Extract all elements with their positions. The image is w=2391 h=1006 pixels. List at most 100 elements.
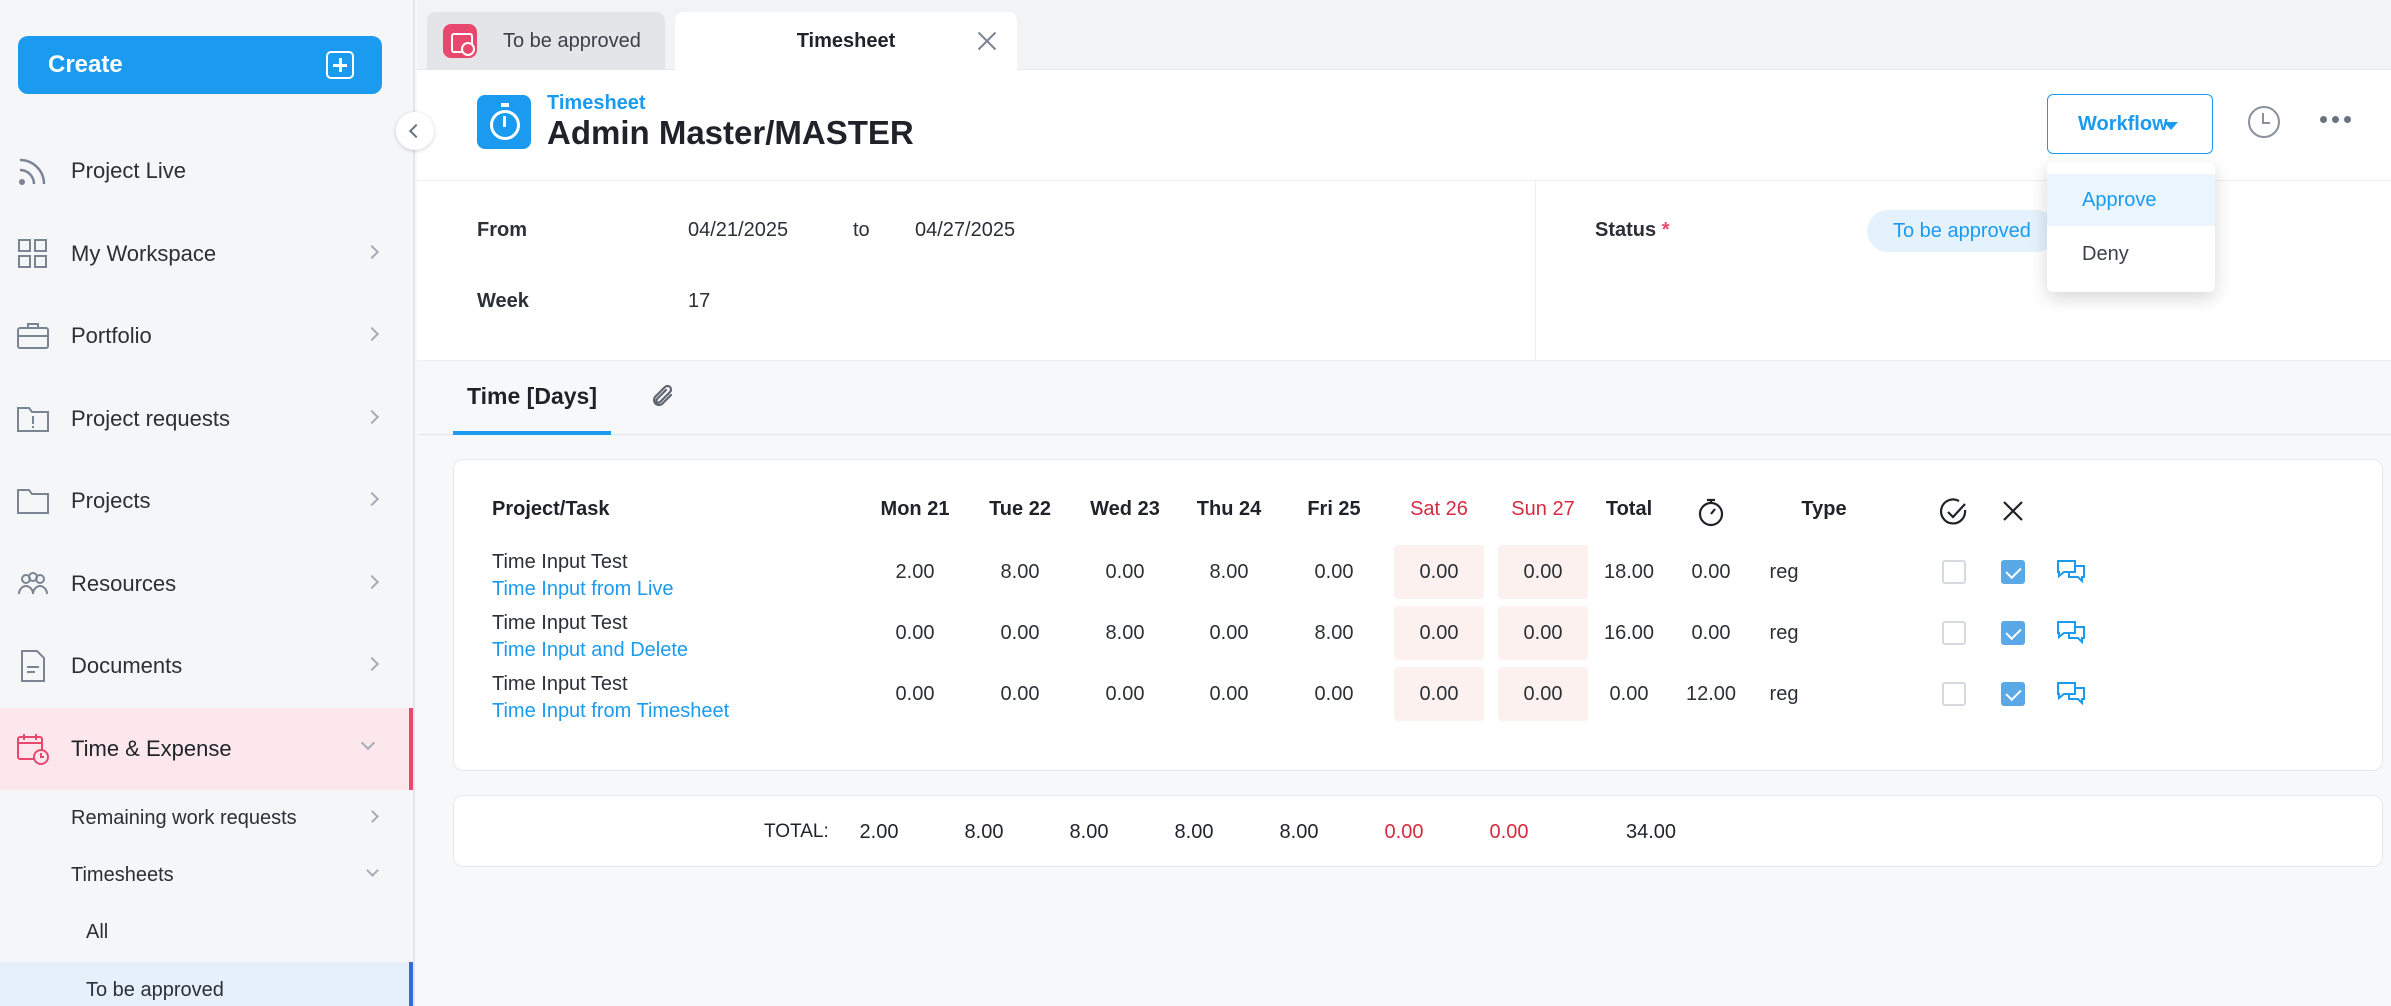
sidebar-item-project-requests[interactable]: Project requests — [0, 378, 413, 460]
total-fri: 8.00 — [1279, 821, 1319, 843]
cell-fri[interactable]: 0.00 — [1289, 667, 1379, 721]
cell-total: 0.00 — [1609, 682, 1649, 705]
cell-wed[interactable]: 8.00 — [1080, 606, 1170, 660]
approve-checkbox[interactable] — [1942, 682, 1966, 706]
sidebar-item-my-workspace[interactable]: My Workspace — [0, 213, 413, 295]
comments-icon[interactable] — [2055, 679, 2087, 709]
cell-type: reg — [1769, 621, 1799, 644]
calendar-clock-icon — [17, 734, 49, 765]
sidebar-item-project-live[interactable]: Project Live — [0, 130, 413, 212]
grand-total: 34.00 — [1625, 821, 1677, 843]
workflow-button[interactable]: Workflow — [2047, 94, 2213, 154]
cell-thu[interactable]: 0.00 — [1184, 606, 1274, 660]
header-thu: Thu 24 — [1196, 498, 1262, 520]
sidebar-item-label: Projects — [71, 488, 151, 513]
cell-timer: 0.00 — [1691, 621, 1731, 644]
cell-tue[interactable]: 8.00 — [975, 545, 1065, 599]
cell-timer: 0.00 — [1691, 560, 1731, 583]
sidebar-item-projects[interactable]: Projects — [0, 460, 413, 542]
header-total: Total — [1605, 498, 1653, 520]
cell-mon[interactable]: 0.00 — [870, 667, 960, 721]
chevron-down-icon — [366, 864, 379, 877]
approve-checkbox[interactable] — [1942, 560, 1966, 584]
tab-timesheet[interactable]: Timesheet — [675, 12, 1017, 70]
header-type: Type — [1801, 498, 1847, 520]
cell-sat[interactable]: 0.00 — [1394, 545, 1484, 599]
total-wed: 8.00 — [1069, 821, 1109, 843]
total-sat: 0.00 — [1384, 821, 1424, 843]
approve-column-icon — [1939, 498, 1967, 525]
cell-mon[interactable]: 0.00 — [870, 606, 960, 660]
time-table: Project/Task Mon 21 Tue 22 Wed 23 Thu 24… — [453, 459, 2383, 771]
folder-alert-icon — [17, 407, 49, 432]
cell-wed[interactable]: 0.00 — [1080, 545, 1170, 599]
comments-icon[interactable] — [2055, 557, 2087, 587]
row-project: Time Input Test — [492, 551, 628, 573]
collapse-sidebar-button[interactable] — [396, 112, 434, 150]
row-task-link[interactable]: Time Input from Timesheet — [492, 698, 729, 725]
cell-tue[interactable]: 0.00 — [975, 667, 1065, 721]
comments-icon[interactable] — [2055, 618, 2087, 648]
sidebar-subitem-timesheets[interactable]: Timesheets — [0, 847, 413, 903]
sidebar-item-time-expense[interactable]: Time & Expense — [0, 708, 413, 790]
reject-checkbox[interactable] — [2001, 682, 2025, 706]
workflow-menu: Approve Deny — [2047, 162, 2215, 292]
sidebar-item-label: My Workspace — [71, 241, 217, 266]
header-project-task: Project/Task — [492, 498, 610, 520]
menu-item-approve[interactable]: Approve — [2047, 174, 2215, 226]
tab-time-days[interactable]: Time [Days] — [453, 361, 611, 435]
sidebar-subitem-label: Timesheets — [71, 863, 174, 886]
cell-tue[interactable]: 0.00 — [975, 606, 1065, 660]
header-sun: Sun 27 — [1511, 498, 1575, 520]
more-options-icon[interactable] — [2320, 116, 2352, 126]
caret-down-icon — [2164, 122, 2178, 130]
sidebar-subitem-to-be-approved[interactable]: To be approved — [0, 962, 413, 1006]
row-project: Time Input Test — [492, 612, 628, 634]
cell-sun[interactable]: 0.00 — [1498, 606, 1588, 660]
sidebar-item-label: Project Live — [71, 158, 186, 183]
create-button[interactable]: Create — [18, 36, 382, 94]
menu-item-deny[interactable]: Deny — [2047, 228, 2215, 280]
sidebar-item-resources[interactable]: Resources — [0, 543, 413, 625]
cell-sat[interactable]: 0.00 — [1394, 667, 1484, 721]
sidebar-item-label: Documents — [71, 653, 183, 678]
sidebar-item-portfolio[interactable]: Portfolio — [0, 295, 413, 377]
create-label: Create — [48, 51, 123, 78]
chevron-right-icon — [366, 810, 379, 823]
history-icon[interactable] — [2248, 106, 2280, 138]
chevron-right-icon — [364, 326, 380, 342]
sidebar-subitem-remaining-work-requests[interactable]: Remaining work requests — [0, 790, 413, 846]
header-fri: Fri 25 — [1307, 498, 1361, 520]
row-task-link[interactable]: Time Input from Live — [492, 576, 674, 603]
grid-icon — [18, 239, 47, 268]
reject-checkbox[interactable] — [2001, 621, 2025, 645]
tab-label: Timesheet — [796, 29, 896, 52]
total-thu: 8.00 — [1174, 821, 1214, 843]
cell-thu[interactable]: 8.00 — [1184, 545, 1274, 599]
cell-fri[interactable]: 0.00 — [1289, 545, 1379, 599]
cell-mon[interactable]: 2.00 — [870, 545, 960, 599]
cell-wed[interactable]: 0.00 — [1080, 667, 1170, 721]
plus-square-icon — [326, 51, 354, 79]
close-icon[interactable] — [975, 29, 999, 53]
status-label: Status * — [1595, 219, 1670, 241]
paperclip-icon[interactable] — [649, 383, 679, 413]
totals-row: TOTAL: 2.00 8.00 8.00 8.00 8.00 0.00 0.0… — [453, 795, 2383, 867]
approve-checkbox[interactable] — [1942, 621, 1966, 645]
header-mon: Mon 21 — [880, 498, 950, 520]
cell-timer: 12.00 — [1685, 682, 1737, 705]
document-tabs: To be approved Timesheet — [417, 0, 2391, 70]
page-subtitle: Timesheet — [547, 92, 646, 114]
cell-fri[interactable]: 8.00 — [1289, 606, 1379, 660]
row-project: Time Input Test — [492, 673, 628, 695]
cell-sun[interactable]: 0.00 — [1498, 667, 1588, 721]
cell-sat[interactable]: 0.00 — [1394, 606, 1484, 660]
sidebar-item-documents[interactable]: Documents — [0, 625, 413, 707]
sidebar-subitem-all[interactable]: All — [0, 904, 413, 960]
tab-to-be-approved[interactable]: To be approved — [427, 12, 665, 70]
rss-icon — [19, 158, 46, 185]
cell-sun[interactable]: 0.00 — [1498, 545, 1588, 599]
row-task-link[interactable]: Time Input and Delete — [492, 637, 688, 664]
cell-thu[interactable]: 0.00 — [1184, 667, 1274, 721]
reject-checkbox[interactable] — [2001, 560, 2025, 584]
